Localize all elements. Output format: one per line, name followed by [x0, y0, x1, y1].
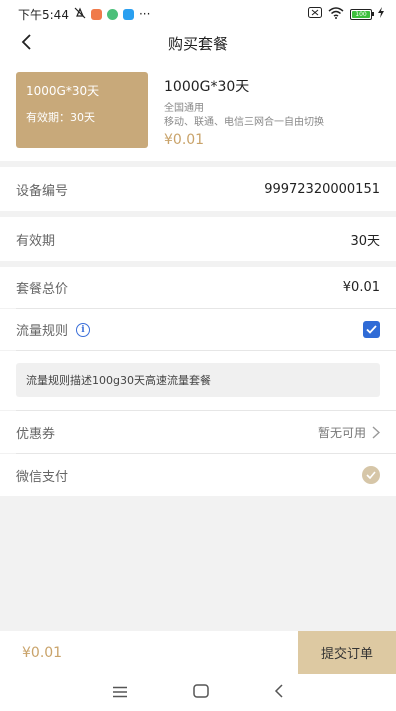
checkmark-icon — [366, 325, 377, 334]
order-bar: ¥0.01 提交订单 — [0, 631, 396, 674]
product-image-validity: 有效期：30天 — [26, 111, 95, 124]
home-icon[interactable] — [193, 683, 209, 702]
total-value: ¥0.01 — [342, 280, 380, 295]
device-value: 99972320000151 — [264, 181, 380, 197]
battery-icon: 100 — [350, 8, 374, 20]
product-price: ¥0.01 — [164, 132, 205, 148]
total-row: 套餐总价 ¥0.01 — [0, 267, 396, 308]
sim-icon — [308, 7, 322, 21]
charging-icon — [378, 7, 384, 21]
nav-bar: 购买套餐 — [0, 28, 396, 58]
validity-row: 有效期 30天 — [0, 217, 396, 261]
product-description: 全国通用 移动、联通、电信三网合一自由切换 — [164, 102, 324, 130]
coupon-label: 优惠券 — [16, 426, 56, 442]
more-notifications-icon: ··· — [138, 7, 151, 21]
validity-label: 有效期 — [16, 233, 56, 249]
back-nav-icon[interactable] — [274, 683, 284, 702]
traffic-rule-row: 流量规则 i — [0, 309, 396, 350]
status-bar: 下午5:44 ··· 100 — [0, 0, 396, 28]
info-icon[interactable]: i — [76, 322, 91, 337]
page-title: 购买套餐 — [167, 34, 228, 53]
device-label: 设备编号 — [16, 183, 69, 199]
checkmark-icon — [366, 471, 376, 479]
traffic-rule-description: 流量规则描述100g30天高速流量套餐 — [16, 363, 380, 397]
wechat-pay-radio[interactable] — [362, 466, 380, 484]
status-time: 下午5:44 — [18, 7, 69, 22]
app-notification-icon — [106, 8, 118, 20]
wifi-icon — [328, 6, 344, 22]
wechat-pay-row[interactable]: 微信支付 — [0, 454, 396, 496]
product-info: 1000G*30天 全国通用 移动、联通、电信三网合一自由切换 ¥0.01 — [164, 76, 324, 148]
total-label: 套餐总价 — [16, 282, 69, 297]
product-image: 1000G*30天 有效期：30天 — [16, 72, 148, 148]
product-desc-line: 全国通用 — [164, 103, 204, 114]
product-card: 1000G*30天 有效期：30天 1000G*30天 全国通用 移动、联通、电… — [0, 58, 396, 161]
app-notification-icon — [122, 8, 134, 20]
product-image-title: 1000G*30天 — [26, 84, 100, 98]
traffic-rule-checkbox[interactable] — [363, 321, 380, 338]
validity-value: 30天 — [350, 233, 380, 249]
device-row: 设备编号 99972320000151 — [0, 167, 396, 211]
app-notification-icon — [90, 8, 102, 20]
order-total-price: ¥0.01 — [22, 644, 63, 661]
product-name: 1000G*30天 — [164, 79, 250, 95]
coupon-row[interactable]: 优惠券 暂无可用 — [0, 411, 396, 453]
wechat-pay-label: 微信支付 — [16, 469, 69, 485]
mute-icon — [74, 6, 86, 22]
system-nav-bar — [0, 674, 396, 711]
chevron-right-icon — [372, 425, 380, 439]
back-button[interactable] — [14, 30, 38, 54]
coupon-value: 暂无可用 — [317, 425, 366, 440]
back-arrow-icon — [21, 34, 31, 50]
submit-order-button[interactable]: 提交订单 — [298, 631, 396, 674]
product-desc-line: 移动、联通、电信三网合一自由切换 — [164, 117, 324, 128]
menu-icon[interactable] — [112, 683, 128, 702]
traffic-rule-label: 流量规则 — [16, 324, 69, 339]
